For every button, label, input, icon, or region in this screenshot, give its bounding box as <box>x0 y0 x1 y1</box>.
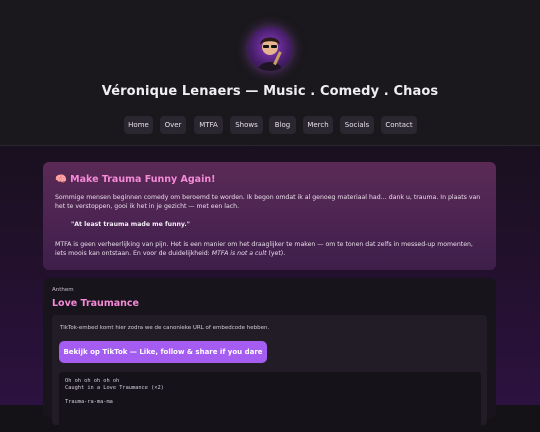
tiktok-embed-placeholder: TikTok-embed komt hier zodra we de canon… <box>52 315 487 432</box>
tiktok-button[interactable]: Bekijk op TikTok — Like, follow & share … <box>59 341 267 363</box>
anthem-card: Anthem Love Traumance TikTok-embed komt … <box>43 278 496 432</box>
site-title: Véronique Lenaers — Music . Comedy . Cha… <box>101 84 439 99</box>
nav-socials[interactable]: Socials <box>340 116 374 134</box>
anthem-kicker: Anthem <box>52 287 74 293</box>
lyrics-line: Oh oh oh oh oh oh <box>65 378 120 384</box>
nav-mtfa[interactable]: MTFA <box>194 116 223 134</box>
trauma-heading: 🧠 Make Trauma Funny Again! <box>55 174 216 185</box>
mtfa-end: (yet). <box>268 250 286 257</box>
trauma-card: 🧠 Make Trauma Funny Again! Sommige mense… <box>43 162 496 270</box>
embed-note: TikTok-embed komt hier zodra we de canon… <box>60 325 270 331</box>
nav-blog[interactable]: Blog <box>269 116 296 134</box>
avatar-illustration-icon <box>258 37 282 71</box>
mtfa-emphasis: MTFA is not a cult <box>211 250 267 257</box>
trauma-paragraph-intro: Sommige mensen beginnen comedy om beroem… <box>55 194 481 210</box>
lyrics-line: Caught in a Love Traumance (×2) <box>65 385 164 391</box>
lyrics-line: Trauma-ra-ma-ma <box>65 399 113 405</box>
nav-over[interactable]: Over <box>160 116 186 134</box>
nav-shows[interactable]: Shows <box>230 116 263 134</box>
nav-home[interactable]: Home <box>124 116 153 134</box>
nav-contact[interactable]: Contact <box>381 116 417 134</box>
anthem-title: Love Traumance <box>52 298 139 309</box>
lyrics-block: Oh oh oh oh oh oh Caught in a Love Traum… <box>59 372 481 432</box>
nav-merch[interactable]: Merch <box>303 116 333 134</box>
main-nav: Home Over MTFA Shows Blog Merch Socials … <box>0 116 540 134</box>
avatar <box>248 27 292 71</box>
site-header: Véronique Lenaers — Music . Comedy . Cha… <box>0 0 540 146</box>
trauma-quote: "At least trauma made me funny." <box>71 221 190 228</box>
trauma-paragraph-mtfa: MTFA is geen verheerlijking van pijn. He… <box>55 240 485 258</box>
